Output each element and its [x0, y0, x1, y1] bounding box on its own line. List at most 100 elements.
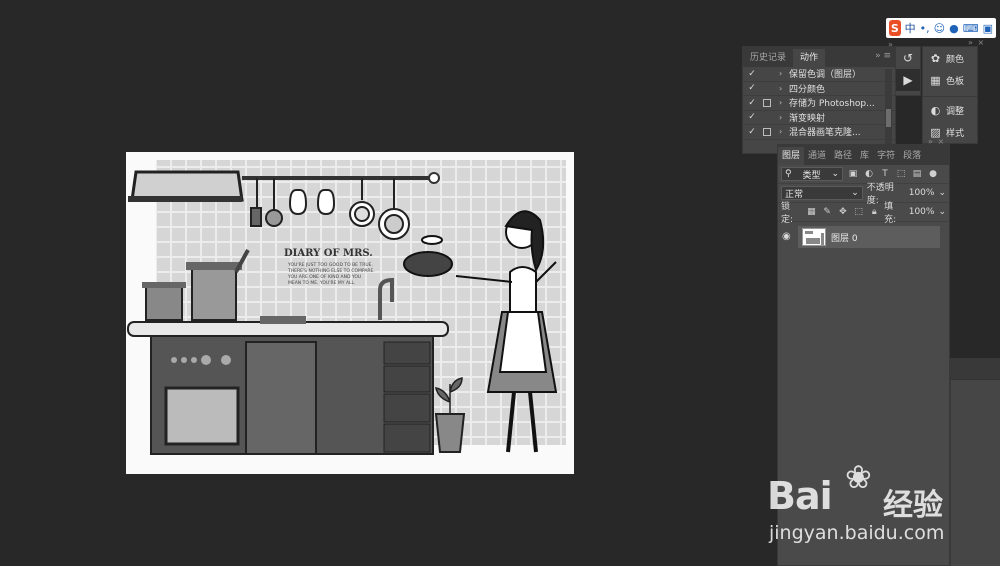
filter-toggle-icon[interactable]: ● [927, 169, 939, 179]
canvas-document[interactable]: DIARY OF MRS. YOU'RE JUST TOO GOOD TO BE… [126, 152, 574, 474]
color-panel-button[interactable]: ✿ 颜色 [923, 47, 977, 69]
lock-artboard-icon[interactable]: ⬚ [853, 207, 865, 217]
action-label: 保留色调（图层） [789, 70, 862, 81]
adjustments-panel-label: 调整 [946, 106, 965, 117]
watermark-url: jingyan.baidu.com [769, 522, 945, 544]
action-check-icon[interactable]: ✓ [743, 83, 761, 93]
blend-mode-select[interactable]: 正常 ⌄ [781, 186, 863, 200]
blend-row: 正常 ⌄ 不透明度: 100% ⌄ [778, 183, 949, 206]
action-dialog-toggle[interactable] [763, 70, 771, 78]
layer-row[interactable]: ◉ 图层 0 [782, 226, 940, 248]
skin-icon[interactable]: ▣ [983, 22, 993, 35]
action-dialog-toggle[interactable] [763, 84, 771, 92]
watermark-brand: Bai [767, 474, 833, 518]
punctuation-toggle[interactable]: •, [920, 22, 930, 35]
mic-icon[interactable]: ● [949, 22, 959, 35]
filter-pixel-icon[interactable]: ▣ [847, 169, 859, 179]
ime-toolbar[interactable]: S 中 •, ☺ ● ⌨ ▣ [886, 18, 996, 38]
action-label: 混合器画笔克隆... [789, 128, 861, 139]
styles-panel-label: 样式 [946, 128, 965, 139]
action-row[interactable]: ✓ › 混合器画笔克隆... [743, 125, 895, 140]
action-check-icon[interactable]: ✓ [743, 112, 761, 122]
action-dialog-toggle[interactable] [763, 127, 771, 136]
swatches-icon: ▦ [930, 73, 941, 87]
blend-mode-value: 正常 [785, 189, 804, 200]
color-panel-group: ✿ 颜色 ▦ 色板 ◐ 调整 ▨ 样式 [922, 46, 978, 144]
canvas-text-line: YOU ARE ONE OF KIND AND YOU [287, 274, 361, 280]
adjustments-panel-button[interactable]: ◐ 调整 [923, 99, 977, 121]
expand-arrow-icon[interactable]: › [779, 69, 789, 78]
expand-arrow-icon[interactable]: › [779, 98, 789, 107]
divider [923, 91, 977, 97]
panel-header[interactable] [951, 358, 1000, 380]
action-dialog-toggle[interactable] [763, 98, 771, 107]
action-row[interactable]: ✓ › 存储为 Photoshop... [743, 96, 895, 111]
canvas-title: DIARY OF MRS. [284, 248, 373, 259]
action-row[interactable]: ✓ › 四分颜色 [743, 82, 895, 96]
watermark-brand-cn: 经验 [883, 488, 943, 523]
layers-panel-tabs: 图层 通道 路径 库 字符 段落 [778, 145, 949, 165]
action-row[interactable]: ✓ › 保留色调（图层） [743, 67, 895, 82]
lock-row: 锁定: ▦ ✎ ✥ ⬚ 🔒︎ 填充: 100% ⌄ [778, 202, 949, 225]
action-label: 存储为 Photoshop... [789, 99, 875, 110]
lock-all-icon[interactable]: 🔒︎ [868, 207, 880, 217]
action-check-icon[interactable]: ✓ [743, 98, 761, 108]
filter-shape-icon[interactable]: ⬚ [895, 169, 907, 179]
tab-character[interactable]: 字符 [873, 147, 899, 165]
action-label: 四分颜色 [789, 84, 826, 95]
expand-arrow-icon[interactable]: › [779, 84, 789, 93]
tab-history[interactable]: 历史记录 [743, 49, 793, 67]
tab-actions[interactable]: 动作 [793, 49, 826, 67]
lock-position-icon[interactable]: ✥ [837, 207, 849, 217]
lock-transparent-icon[interactable]: ▦ [806, 207, 818, 217]
tab-libraries[interactable]: 库 [856, 147, 873, 165]
opacity-value[interactable]: 100% [909, 188, 935, 198]
eye-icon[interactable]: ◉ [782, 231, 791, 242]
chevron-down-icon: ⌄ [851, 188, 859, 198]
actions-scrollbar[interactable] [885, 69, 892, 153]
action-check-icon[interactable]: ✓ [743, 69, 761, 79]
filter-adjustment-icon[interactable]: ◐ [863, 169, 875, 179]
panel-menu-icon[interactable]: » ≡ [875, 51, 891, 61]
fill-label: 填充: [884, 202, 897, 225]
filter-smart-object-icon[interactable]: ▤ [911, 169, 923, 179]
swatches-panel-label: 色板 [946, 76, 965, 87]
adjustments-icon: ◐ [930, 103, 941, 117]
expand-arrow-icon[interactable]: › [779, 113, 789, 122]
layer-filter-select[interactable]: ⚲ 类型 ⌄ [781, 167, 843, 181]
canvas-text-line: THERE'S NOTHING ELSE TO COMPARE. [287, 268, 375, 274]
layer-thumbnail [802, 228, 826, 246]
tab-paths[interactable]: 路径 [830, 147, 856, 165]
chevron-down-icon[interactable]: ⌄ [938, 188, 946, 198]
paw-icon: ❀ [845, 458, 872, 496]
action-row[interactable]: ✓ › 渐变映射 [743, 111, 895, 125]
tab-channels[interactable]: 通道 [804, 147, 830, 165]
tab-paragraph[interactable]: 段落 [899, 147, 925, 165]
fill-value[interactable]: 100% [909, 207, 935, 217]
lock-label: 锁定: [781, 202, 794, 225]
actions-panel: 历史记录 动作 » ≡ ✓ › 保留色调（图层） ✓ › 四分颜色 ✓ › 存储… [742, 46, 896, 154]
chevron-down-icon[interactable]: ⌄ [938, 207, 946, 217]
action-label: 渐变映射 [789, 113, 826, 124]
search-icon: ⚲ [785, 169, 792, 179]
emoji-icon[interactable]: ☺ [934, 22, 945, 35]
layer-name[interactable]: 图层 0 [831, 231, 858, 244]
actions-panel-tabs: 历史记录 动作 » ≡ [743, 47, 895, 67]
action-check-icon[interactable]: ✓ [743, 127, 761, 137]
keyboard-icon[interactable]: ⌨ [963, 22, 979, 35]
swatches-panel-button[interactable]: ▦ 色板 [923, 69, 977, 91]
tab-layers[interactable]: 图层 [778, 147, 805, 165]
ime-mode-toggle[interactable]: 中 [905, 20, 916, 36]
play-action-icon[interactable]: ▶ [896, 69, 920, 91]
collapsed-panel-strip: ↺ ▶ [895, 46, 921, 96]
sogou-logo-icon[interactable]: S [889, 20, 901, 36]
color-panel-label: 颜色 [946, 54, 965, 65]
chevron-down-icon: ⌄ [831, 169, 839, 179]
scrollbar-thumb[interactable] [886, 109, 891, 127]
expand-arrow-icon[interactable]: › [779, 127, 789, 136]
action-dialog-toggle[interactable] [763, 113, 771, 121]
lock-brush-icon[interactable]: ✎ [821, 207, 833, 217]
history-panel-icon[interactable]: ↺ [896, 47, 920, 69]
filter-type-icon[interactable]: T [879, 169, 891, 179]
layer-filter-row: ⚲ 类型 ⌄ ▣ ◐ T ⬚ ▤ ● [778, 165, 949, 184]
